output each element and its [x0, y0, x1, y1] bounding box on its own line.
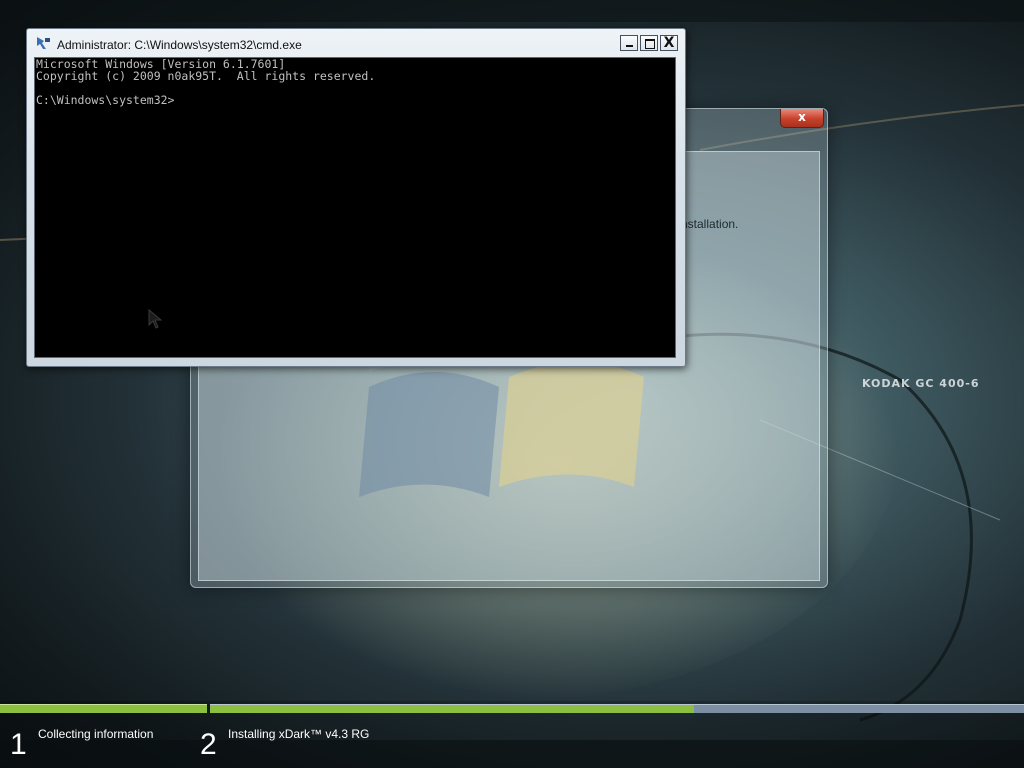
step-number: 1 — [10, 728, 27, 761]
cmd-window[interactable]: Administrator: C:\Windows\system32\cmd.e… — [26, 28, 686, 367]
console-output[interactable]: Microsoft Windows [Version 6.1.7601] Cop… — [34, 57, 676, 358]
cmd-window-title: Administrator: C:\Windows\system32\cmd.e… — [57, 38, 302, 52]
mouse-pointer-icon — [148, 308, 163, 329]
setup-progress: 1 Collecting information 2 Installing xD… — [0, 701, 1024, 768]
close-button[interactable]: X — [660, 35, 678, 51]
console-line: Copyright (c) 2009 n0ak95T. All rights r… — [36, 69, 376, 83]
minimize-button[interactable] — [620, 35, 638, 51]
maximize-button[interactable] — [640, 35, 658, 51]
window-controls: X — [618, 35, 678, 53]
step1-progress-bar — [0, 704, 207, 713]
setup-partial-text: nstallation. — [681, 217, 739, 231]
step2-progress-bar — [210, 704, 1024, 713]
setup-close-button[interactable]: x — [780, 109, 824, 128]
cmd-titlebar[interactable]: Administrator: C:\Windows\system32\cmd.e… — [27, 29, 685, 57]
cmd-app-icon — [37, 37, 50, 49]
console-prompt: C:\Windows\system32> — [36, 93, 175, 107]
step-label: Collecting information — [38, 727, 154, 741]
step-number: 2 — [200, 728, 217, 761]
film-edge-text: KODAK GC 400-6 — [862, 377, 980, 390]
step2-progress-fill — [210, 705, 695, 713]
step-label: Installing xDark™ v4.3 RG — [228, 727, 370, 741]
